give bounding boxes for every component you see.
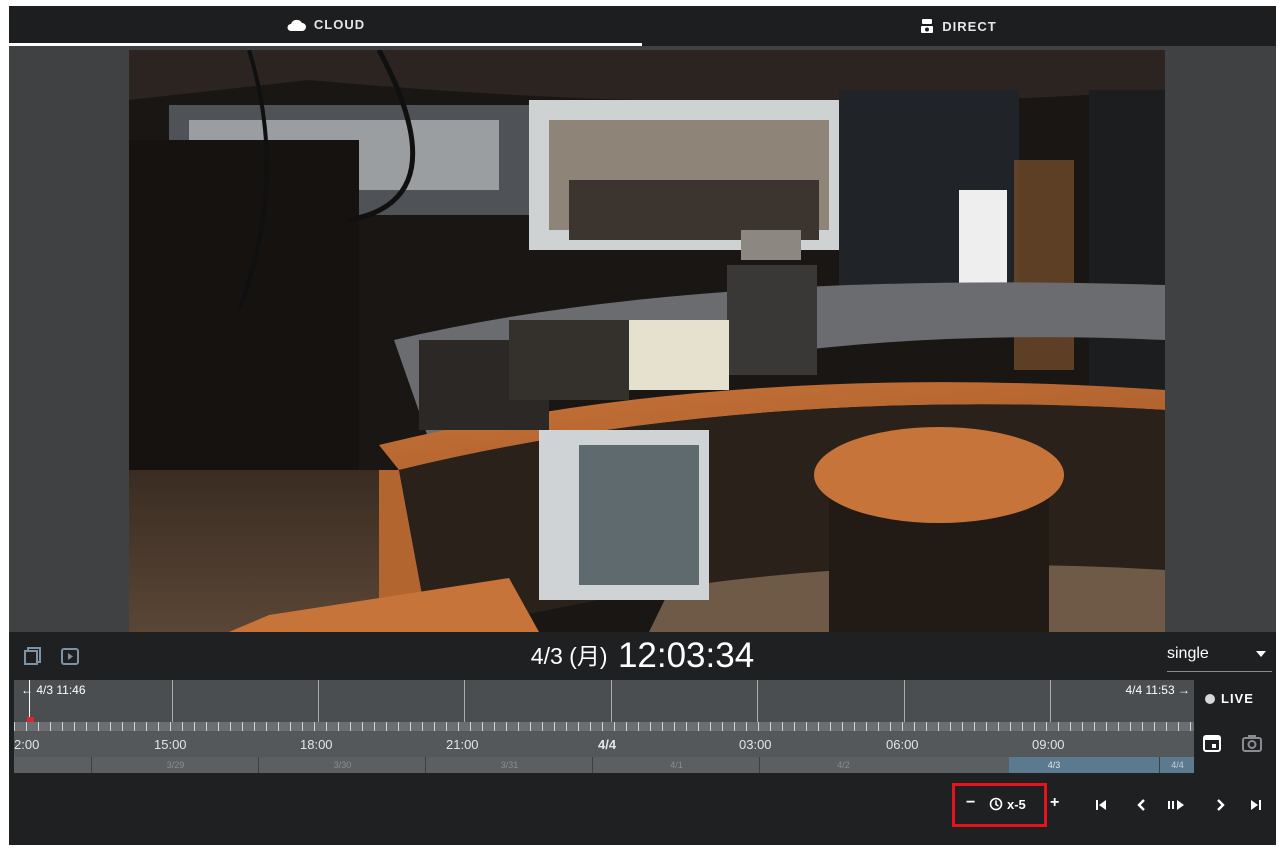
tab-direct-label: DIRECT	[942, 18, 997, 34]
hour-label: 2:00	[14, 737, 40, 752]
snapshot-camera-icon[interactable]	[1241, 733, 1263, 758]
day-label[interactable]: 4/4	[1159, 757, 1195, 773]
player-app: CLOUD DIRECT 4/3 (月) 12:03:34 single ← 4…	[9, 6, 1276, 845]
tab-cloud-label: CLOUD	[313, 17, 366, 32]
tab-cloud[interactable]: CLOUD	[9, 6, 642, 46]
tab-direct[interactable]: DIRECT	[642, 6, 1275, 46]
timeline-gridline	[904, 680, 905, 722]
cloud-icon	[286, 18, 306, 32]
speed-value: x-5	[1007, 797, 1026, 812]
previous-frame-icon[interactable]	[1136, 799, 1146, 811]
day-label[interactable]: 3/30	[258, 757, 426, 773]
live-dot-icon	[1205, 694, 1215, 704]
day-label[interactable]: 3/29	[91, 757, 259, 773]
current-date: 4/3 (月)	[530, 643, 608, 669]
camera-video-frame[interactable]	[129, 50, 1165, 632]
speed-decrease-button[interactable]: −	[966, 794, 975, 812]
day-label[interactable]: 4/1	[592, 757, 760, 773]
current-time: 12:03:34	[617, 636, 755, 675]
hour-label: 06:00	[886, 737, 919, 752]
speed-increase-button[interactable]: +	[1050, 794, 1059, 812]
timeline-gridline	[318, 680, 319, 722]
arrow-right-icon: →	[1178, 683, 1190, 697]
timeline-gridline	[757, 680, 758, 722]
hour-label: 03:00	[739, 737, 772, 752]
dropdown-arrow-icon	[1256, 651, 1266, 657]
source-tabs: CLOUD DIRECT	[9, 6, 1276, 46]
hour-label: 09:00	[1032, 737, 1065, 752]
timeline-start-text: 4/3 11:46	[36, 683, 86, 697]
live-button[interactable]: LIVE	[1205, 691, 1254, 706]
skip-to-start-icon[interactable]	[1095, 799, 1107, 811]
timeline-end-text: 4/4 11:53	[1125, 683, 1175, 697]
timeline-hour-labels: 2:00 15:00 18:00 21:00 4/4 03:00 06:00 0…	[14, 731, 1194, 757]
hour-label-date: 4/4	[598, 737, 617, 752]
timeline-gridline	[172, 680, 173, 722]
day-label[interactable]: 4/3	[1009, 757, 1099, 773]
timeline-selected-range[interactable]: 4/3 4/4	[1009, 757, 1194, 773]
view-mode-select[interactable]: single	[1167, 645, 1272, 672]
hour-label: 21:00	[446, 737, 479, 752]
playback-panel: 4/3 (月) 12:03:34 single ← 4/3 11:46 4/4 …	[9, 632, 1276, 845]
timeline-gridline	[464, 680, 465, 722]
camera-icon	[920, 18, 934, 34]
day-label[interactable]: 4/2	[759, 757, 927, 773]
play-icon[interactable]	[1167, 799, 1185, 811]
day-label[interactable]: 3/31	[425, 757, 593, 773]
calendar-icon[interactable]	[1202, 733, 1222, 758]
timeline-bar[interactable]: ← 4/3 11:46 4/4 11:53 → 2:00 15:00 18:00…	[14, 680, 1194, 783]
speed-icon	[989, 797, 1003, 811]
timeline-end-label: 4/4 11:53 →	[1126, 683, 1191, 697]
camera-scene-image	[129, 50, 1165, 632]
arrow-left-icon: ←	[21, 683, 33, 697]
timeline-gridline	[1050, 680, 1051, 722]
hour-label: 15:00	[154, 737, 187, 752]
current-datetime: 4/3 (月) 12:03:34	[9, 636, 1276, 676]
hour-label: 18:00	[300, 737, 333, 752]
live-label: LIVE	[1221, 691, 1254, 706]
timeline-start-label: ← 4/3 11:46	[21, 683, 86, 697]
skip-to-end-icon[interactable]	[1250, 799, 1262, 811]
view-mode-value: single	[1167, 645, 1209, 662]
timeline-hour-track[interactable]: ← 4/3 11:46 4/4 11:53 →	[14, 680, 1194, 722]
timeline-gridline	[611, 680, 612, 722]
next-frame-icon[interactable]	[1216, 799, 1226, 811]
timeline-ticks	[14, 722, 1194, 731]
